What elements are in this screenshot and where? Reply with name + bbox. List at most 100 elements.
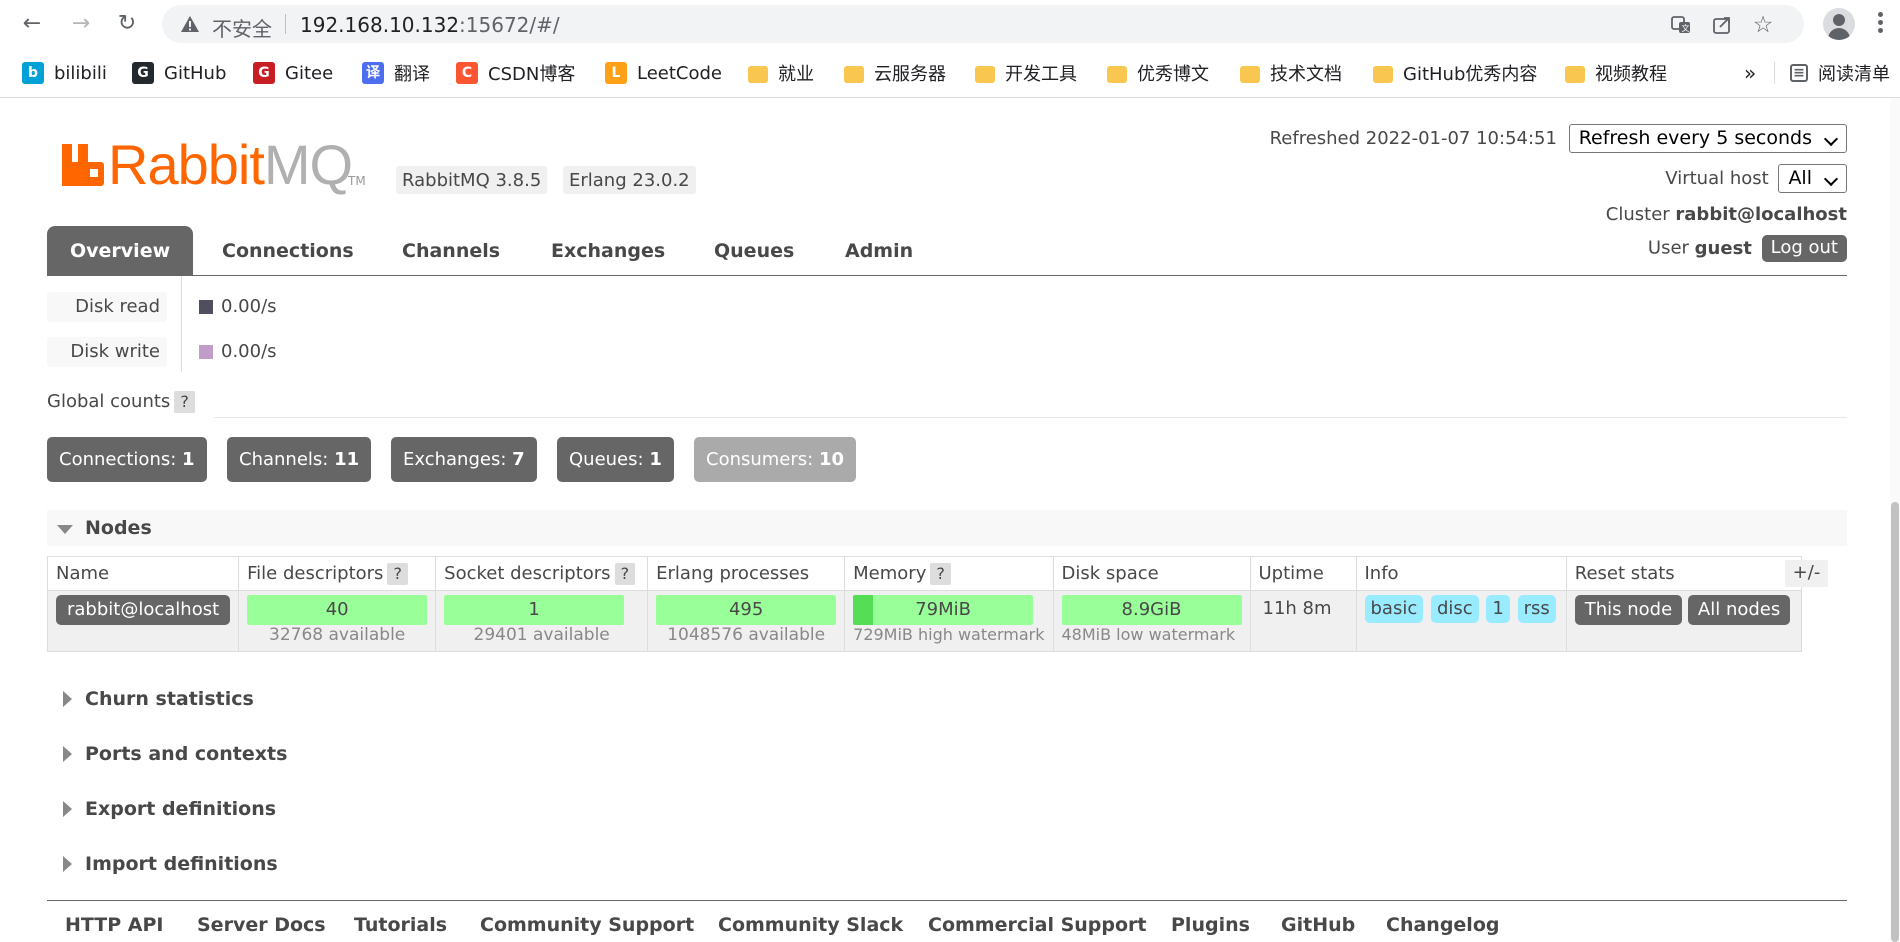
count-connections-value: 1 bbox=[182, 449, 195, 470]
reset-all-nodes-button[interactable]: All nodes bbox=[1687, 595, 1791, 625]
bookmark-label: 翻译 bbox=[394, 64, 430, 85]
cell-disk-space: 8.9GiB 48MiB low watermark bbox=[1052, 590, 1250, 652]
reset-this-node-button[interactable]: This node bbox=[1574, 595, 1683, 625]
bookmark-item[interactable]: 译翻译 bbox=[362, 61, 430, 85]
browser-menu-icon[interactable] bbox=[1876, 10, 1884, 36]
count-queues-label: Queues: bbox=[569, 449, 644, 470]
bookmark-label: 就业 bbox=[778, 64, 814, 85]
footer-link-community-support[interactable]: Community Support bbox=[480, 914, 694, 936]
bookmark-item[interactable]: C CSDN博客 bbox=[456, 61, 575, 85]
svg-text:文: 文 bbox=[1682, 23, 1690, 33]
memory-help[interactable]: ? bbox=[930, 562, 951, 585]
footer-link-community-slack[interactable]: Community Slack bbox=[718, 914, 903, 936]
csdn-icon: C bbox=[456, 62, 478, 84]
logout-button[interactable]: Log out bbox=[1761, 235, 1847, 262]
disk-write-value: 0.00/s bbox=[199, 341, 277, 362]
bilibili-icon: b bbox=[22, 62, 44, 84]
back-arrow-icon[interactable]: ← bbox=[17, 9, 47, 39]
scrollbar-thumb[interactable] bbox=[1891, 502, 1899, 942]
bookmark-item[interactable]: 技术文档 bbox=[1240, 61, 1342, 85]
count-consumers-label: Consumers: bbox=[706, 449, 814, 470]
columns-toggle-button[interactable]: +/- bbox=[1785, 560, 1828, 587]
section-churn-statistics-title: Churn statistics bbox=[85, 688, 254, 710]
bookmark-item[interactable]: b bilibili bbox=[22, 61, 107, 85]
bookmark-item[interactable]: 优秀博文 bbox=[1107, 61, 1209, 85]
count-connections-label: Connections: bbox=[59, 449, 177, 470]
expand-triangle-icon bbox=[63, 691, 72, 707]
count-channels[interactable]: Channels: 11 bbox=[227, 437, 372, 482]
bookmark-item[interactable]: 开发工具 bbox=[975, 61, 1077, 85]
logo-trademark: TM bbox=[348, 174, 366, 188]
translate-page-icon[interactable]: 文 bbox=[1670, 14, 1692, 36]
bookmark-item[interactable]: G Gitee bbox=[253, 61, 333, 85]
logo-mq: MQ bbox=[263, 133, 353, 196]
bookmark-item[interactable]: G GitHub bbox=[132, 61, 226, 85]
bookmark-label: 视频教程 bbox=[1595, 64, 1667, 85]
count-channels-label: Channels: bbox=[239, 449, 329, 470]
expand-triangle-icon bbox=[63, 746, 72, 762]
tab-overview[interactable]: Overview bbox=[47, 226, 194, 275]
disk-write-label: Disk write bbox=[47, 337, 167, 367]
footer-link-server-docs[interactable]: Server Docs bbox=[197, 914, 326, 936]
profile-avatar-icon[interactable] bbox=[1823, 8, 1855, 40]
count-queues[interactable]: Queues: 1 bbox=[557, 437, 674, 482]
section-export-definitions[interactable]: Export definitions bbox=[47, 791, 1847, 827]
bookmark-star-icon[interactable]: ☆ bbox=[1752, 14, 1774, 37]
tab-exchanges[interactable]: Exchanges bbox=[551, 226, 665, 275]
count-connections[interactable]: Connections: 1 bbox=[47, 437, 207, 482]
count-exchanges-label: Exchanges: bbox=[403, 449, 507, 470]
file-descriptors-help[interactable]: ? bbox=[387, 562, 408, 585]
nodes-section-header[interactable]: Nodes bbox=[47, 510, 1847, 546]
footer-link-github[interactable]: GitHub bbox=[1281, 914, 1355, 936]
expand-triangle-icon bbox=[63, 801, 72, 817]
section-export-definitions-title: Export definitions bbox=[85, 798, 277, 820]
share-icon[interactable] bbox=[1711, 14, 1733, 36]
footer-link-tutorials[interactable]: Tutorials bbox=[354, 914, 447, 936]
tab-connections[interactable]: Connections bbox=[222, 226, 354, 275]
footer-divider bbox=[47, 900, 1847, 901]
nodes-header-row: Name File descriptors? Socket descriptor… bbox=[46, 556, 1802, 591]
socket-descriptors-help[interactable]: ? bbox=[614, 562, 636, 585]
count-consumers[interactable]: Consumers: 10 bbox=[694, 437, 857, 482]
bookmark-label: bilibili bbox=[54, 62, 107, 84]
collapse-triangle-icon bbox=[57, 525, 73, 534]
bookmark-item[interactable]: 视频教程 bbox=[1565, 61, 1667, 85]
vhost-select[interactable]: All bbox=[1778, 164, 1847, 193]
tab-admin[interactable]: Admin bbox=[845, 226, 913, 275]
disk-divider bbox=[181, 276, 182, 372]
page-scrollbar[interactable] bbox=[1890, 98, 1900, 942]
global-counts-help[interactable]: ? bbox=[174, 391, 195, 413]
folder-icon bbox=[1373, 65, 1393, 83]
address-bar[interactable]: 不安全 192.168.10.132:15672/#/ 文 ☆ bbox=[162, 5, 1804, 43]
bookmark-item[interactable]: L LeetCode bbox=[605, 61, 722, 85]
bookmark-item[interactable]: 就业 bbox=[748, 61, 814, 85]
refresh-interval-select[interactable]: Refresh every 5 seconds bbox=[1568, 124, 1847, 153]
tab-channels[interactable]: Channels bbox=[402, 226, 500, 275]
tab-queues[interactable]: Queues bbox=[714, 226, 794, 275]
section-import-definitions[interactable]: Import definitions bbox=[47, 846, 1847, 882]
section-churn-statistics[interactable]: Churn statistics bbox=[47, 681, 1847, 717]
cluster-name: rabbit@localhost bbox=[1675, 204, 1847, 225]
section-ports-and-contexts[interactable]: Ports and contexts bbox=[47, 736, 1847, 772]
url-text[interactable]: 192.168.10.132:15672/#/ bbox=[300, 13, 560, 37]
reload-icon[interactable]: ↻ bbox=[112, 9, 142, 39]
count-exchanges[interactable]: Exchanges: 7 bbox=[391, 437, 537, 482]
footer-link-http-api[interactable]: HTTP API bbox=[65, 914, 164, 936]
cell-name: rabbit@localhost bbox=[46, 590, 239, 652]
disk-space-low-watermark: 48MiB low watermark bbox=[1061, 625, 1236, 644]
footer-link-plugins[interactable]: Plugins bbox=[1171, 914, 1250, 936]
memory-high-watermark: 729MiB high watermark bbox=[853, 625, 1045, 644]
bookmark-item[interactable]: GitHub优秀内容 bbox=[1373, 61, 1537, 85]
bookmarks-overflow-icon[interactable]: » bbox=[1744, 61, 1756, 85]
disk-read-label: Disk read bbox=[47, 292, 167, 322]
footer-link-commercial-support[interactable]: Commercial Support bbox=[928, 914, 1147, 936]
bookmark-item[interactable]: 云服务器 bbox=[844, 61, 946, 85]
reading-list-button[interactable]: ≡ 阅读清单 bbox=[1790, 61, 1890, 85]
forward-arrow-icon[interactable]: → bbox=[66, 9, 96, 39]
footer-link-changelog[interactable]: Changelog bbox=[1386, 914, 1499, 936]
col-socket-descriptors: Socket descriptors? bbox=[435, 556, 648, 591]
nodes-table: Name File descriptors? Socket descriptor… bbox=[46, 556, 1802, 652]
url-path: :15672/#/ bbox=[459, 13, 560, 37]
node-name-link[interactable]: rabbit@localhost bbox=[56, 595, 231, 625]
warning-icon bbox=[181, 16, 199, 32]
